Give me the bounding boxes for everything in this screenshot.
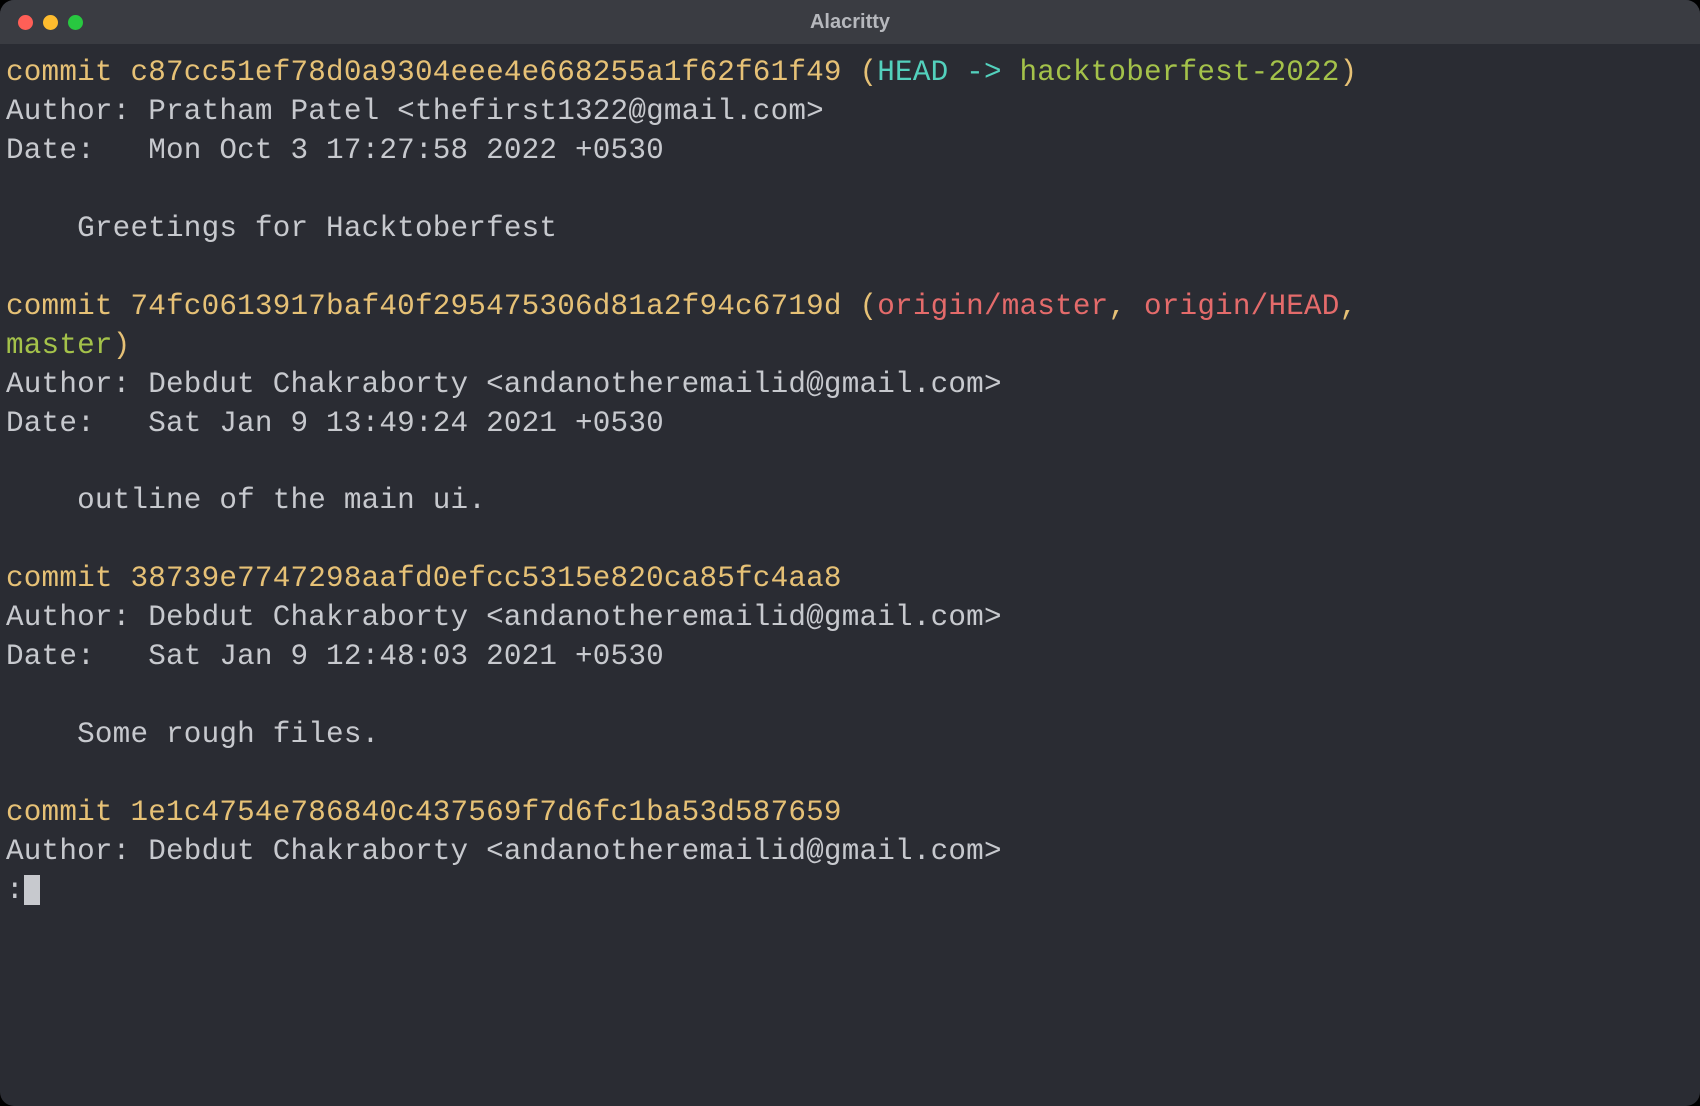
remote-ref: origin/master xyxy=(877,290,1108,323)
ref-sep: , xyxy=(1340,290,1376,323)
remote-ref: origin/HEAD xyxy=(1144,290,1340,323)
close-icon[interactable] xyxy=(18,15,33,30)
commit-message: Greetings for Hacktoberfest xyxy=(6,212,557,245)
terminal-content[interactable]: commit c87cc51ef78d0a9304eee4e668255a1f6… xyxy=(0,44,1700,1106)
refs-close: ) xyxy=(1340,56,1358,89)
cursor-icon xyxy=(24,875,40,905)
commit-hash: c87cc51ef78d0a9304eee4e668255a1f62f61f49 xyxy=(130,56,841,89)
window-title: Alacritty xyxy=(0,11,1700,34)
refs-open: ( xyxy=(842,290,878,323)
terminal-window: Alacritty commit c87cc51ef78d0a9304eee4e… xyxy=(0,0,1700,1106)
author-line: Author: Pratham Patel <thefirst1322@gmai… xyxy=(6,95,824,128)
date-line: Date: Mon Oct 3 17:27:58 2022 +0530 xyxy=(6,134,664,167)
refs-open: ( xyxy=(842,56,878,89)
commit-message: outline of the main ui. xyxy=(6,484,486,517)
branch-ref: master xyxy=(6,329,113,362)
traffic-lights xyxy=(0,15,83,30)
commit-label: commit xyxy=(6,56,130,89)
commit-message: Some rough files. xyxy=(6,718,379,751)
branch-ref: hacktoberfest-2022 xyxy=(1020,56,1340,89)
minimize-icon[interactable] xyxy=(43,15,58,30)
pager-prompt[interactable]: : xyxy=(6,874,24,907)
ref-sep: , xyxy=(1108,290,1144,323)
author-line: Author: Debdut Chakraborty <andanotherem… xyxy=(6,835,1002,868)
refs-close: ) xyxy=(113,329,131,362)
commit-hash: 1e1c4754e786840c437569f7d6fc1ba53d587659 xyxy=(130,796,841,829)
maximize-icon[interactable] xyxy=(68,15,83,30)
head-ref: HEAD -> xyxy=(877,56,1019,89)
commit-hash: 74fc0613917baf40f295475306d81a2f94c6719d xyxy=(130,290,841,323)
date-line: Date: Sat Jan 9 13:49:24 2021 +0530 xyxy=(6,407,664,440)
commit-label: commit xyxy=(6,562,130,595)
author-line: Author: Debdut Chakraborty <andanotherem… xyxy=(6,601,1002,634)
commit-label: commit xyxy=(6,796,130,829)
date-line: Date: Sat Jan 9 12:48:03 2021 +0530 xyxy=(6,640,664,673)
commit-label: commit xyxy=(6,290,130,323)
author-line: Author: Debdut Chakraborty <andanotherem… xyxy=(6,368,1002,401)
commit-hash: 38739e7747298aafd0efcc5315e820ca85fc4aa8 xyxy=(130,562,841,595)
titlebar[interactable]: Alacritty xyxy=(0,0,1700,44)
